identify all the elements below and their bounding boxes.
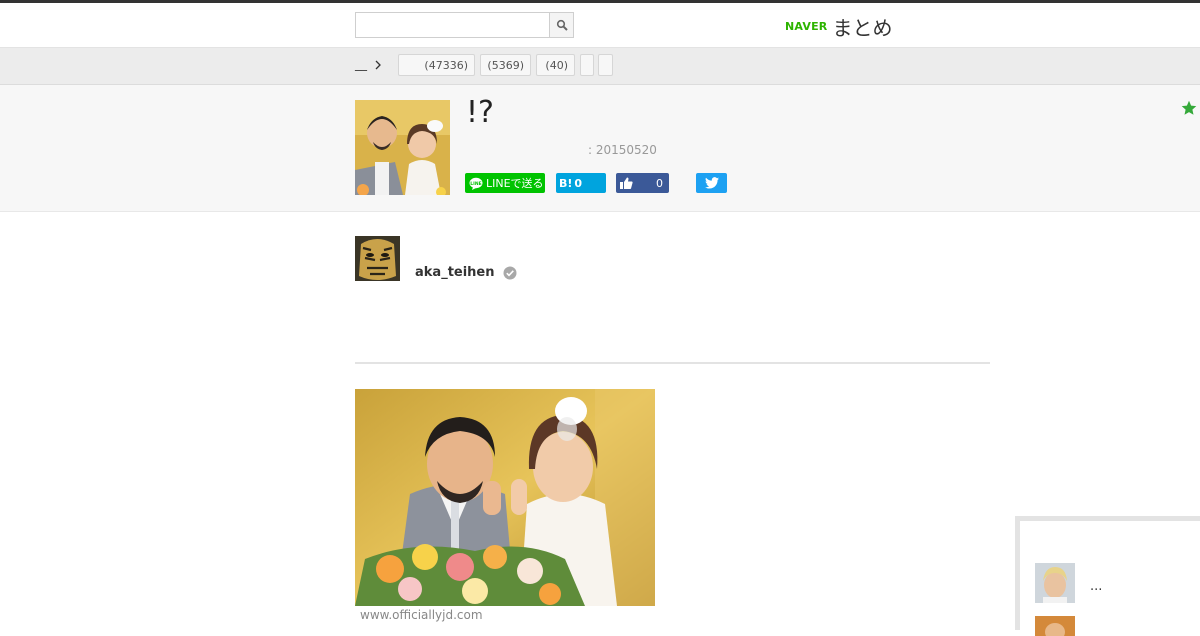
category-chip-count: (40)	[545, 58, 568, 72]
line-share-label: LINEで送る	[486, 177, 544, 190]
author-avatar[interactable]	[355, 236, 400, 281]
related-item-title[interactable]: ...	[1090, 579, 1102, 594]
facebook-like-count: 0	[656, 176, 663, 190]
logo-matome-text: まとめ	[832, 15, 893, 40]
logo-naver-text: NAVER	[785, 19, 828, 33]
article-main-photo[interactable]	[355, 389, 655, 606]
related-panel: ...	[1015, 516, 1200, 636]
hatena-count: 0	[574, 176, 583, 190]
category-chip[interactable]	[580, 54, 594, 76]
thumbs-up-icon	[620, 177, 633, 189]
hatena-bookmark-button[interactable]: B! 0	[556, 173, 606, 193]
twitter-share-button[interactable]	[696, 173, 727, 193]
favorite-star-icon[interactable]	[1181, 100, 1197, 116]
svg-text:LINE: LINE	[470, 181, 481, 187]
search-button[interactable]	[549, 12, 574, 38]
site-header: NAVER まとめ	[0, 3, 1200, 48]
related-item-thumbnail[interactable]	[1035, 563, 1075, 603]
naver-matome-logo[interactable]: NAVER まとめ	[785, 12, 892, 40]
category-chip-count: (5369)	[487, 58, 524, 72]
hatena-icon-label: B!	[559, 176, 573, 190]
search-input[interactable]	[355, 12, 550, 38]
category-chip-count: (47336)	[424, 58, 468, 72]
breadcrumb-home[interactable]: __	[355, 57, 367, 71]
category-chip[interactable]: (5369)	[480, 54, 531, 76]
article-thumbnail	[355, 100, 450, 195]
search-icon	[556, 19, 568, 31]
line-icon: LINE	[469, 177, 483, 190]
category-chip[interactable]	[598, 54, 613, 76]
category-chip[interactable]: (47336)	[398, 54, 475, 76]
line-share-button[interactable]: LINE LINEで送る	[465, 173, 545, 193]
facebook-like-button[interactable]: 0	[616, 173, 669, 193]
article-date: : 20150520	[588, 143, 657, 157]
twitter-bird-icon	[704, 177, 719, 189]
article-title: !?	[466, 95, 494, 130]
photo-source-link[interactable]: www.officiallyjd.com	[360, 608, 483, 622]
category-chip[interactable]: (40)	[536, 54, 575, 76]
article-header: !? : 20150520 LINE LINEで送る B! 0 0	[0, 85, 1200, 212]
content-divider	[355, 362, 990, 364]
author-name[interactable]: aka_teihen	[415, 265, 495, 280]
related-item-thumbnail[interactable]	[1035, 616, 1075, 636]
verified-check-icon	[503, 266, 517, 280]
category-bar: __ (47336) (5369) (40)	[0, 48, 1200, 85]
chevron-right-icon	[375, 60, 381, 70]
